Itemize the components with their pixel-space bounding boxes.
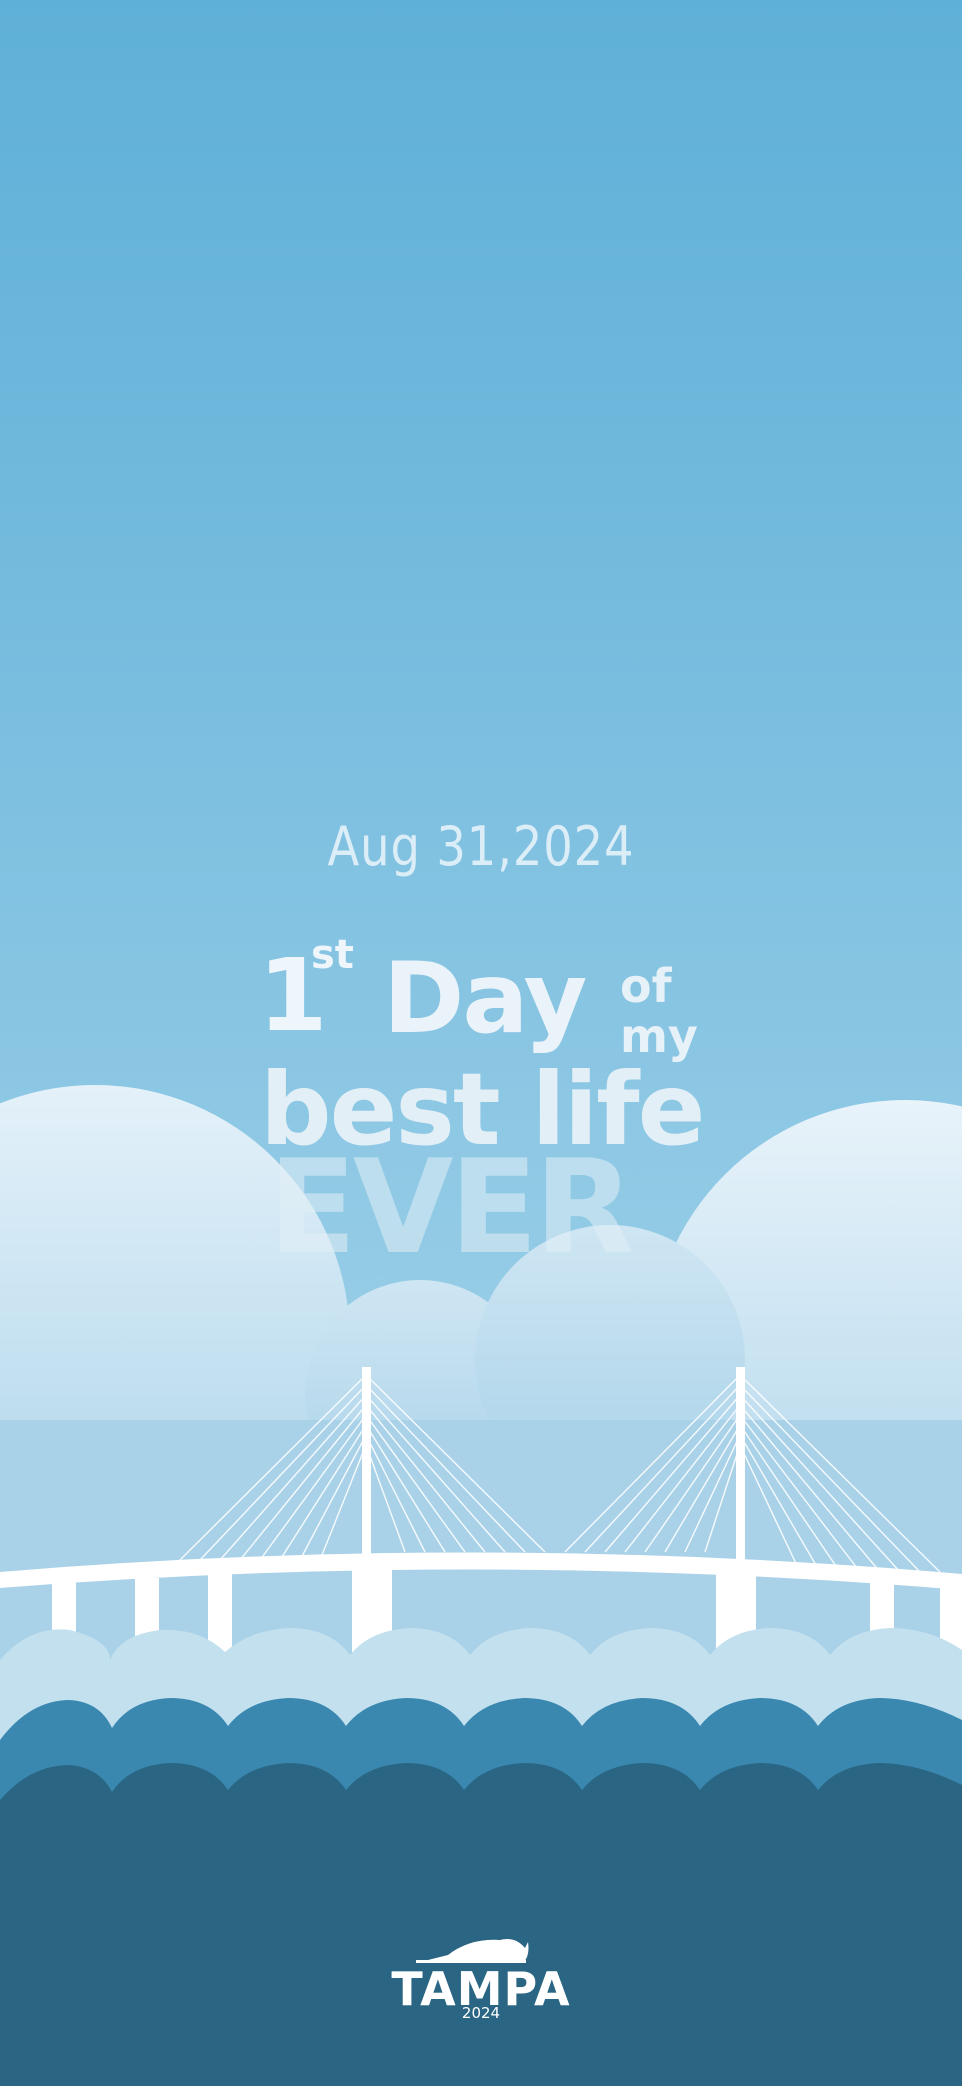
headline-day: Day — [383, 942, 587, 1056]
headline: 1 st Day of my best life EVER — [0, 0, 962, 1300]
logo-year: 2024 — [461, 2004, 501, 2022]
headline-of: of — [620, 959, 672, 1013]
bridge-tower-left — [362, 1367, 371, 1567]
wallpaper: Aug 31,2024 1 st Day of my best life EVE… — [0, 0, 962, 2086]
waves-deep — [0, 1763, 962, 2086]
bridge-tower-right — [736, 1367, 745, 1567]
headline-ever: EVER — [268, 1131, 634, 1283]
headline-suffix: st — [311, 932, 354, 978]
